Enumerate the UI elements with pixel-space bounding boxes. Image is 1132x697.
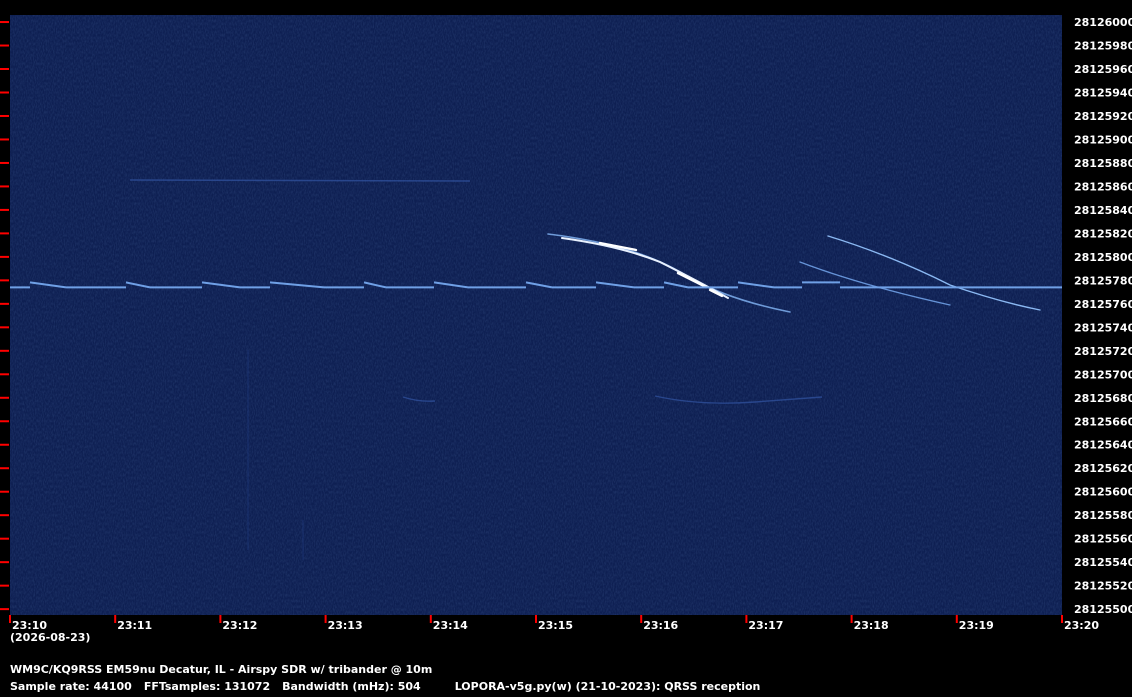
time-tick-label: 23:19: [959, 619, 994, 632]
software-version: LOPORA-v5g.py(w) (21-10-2023): QRSS rece…: [454, 680, 761, 693]
freq-tick-label: 28125780: [1074, 274, 1132, 287]
freq-tick-label: 28125880: [1074, 157, 1132, 170]
freq-tick-label: 28125540: [1074, 556, 1132, 569]
freq-tick-label: 28125740: [1074, 321, 1132, 334]
freq-tick-label: 28125840: [1074, 204, 1132, 217]
time-tick-label: 23:14: [433, 619, 468, 632]
freq-tick-label: 28125960: [1074, 63, 1132, 76]
freq-tick-label: 28125660: [1074, 415, 1132, 428]
time-tick-label: 23:11: [117, 619, 152, 632]
time-tick-label: 23:17: [748, 619, 783, 632]
freq-tick-label: 28125820: [1074, 227, 1132, 240]
sample-rate: Sample rate: 44100: [10, 680, 132, 693]
freq-tick-label: 28125520: [1074, 580, 1132, 593]
freq-tick-label: 28125980: [1074, 40, 1132, 53]
freq-tick-label: 28126000: [1074, 16, 1132, 29]
time-tick-label: 23:13: [328, 619, 363, 632]
freq-tick-label: 28125800: [1074, 251, 1132, 264]
freq-tick-label: 28125600: [1074, 486, 1132, 499]
freq-tick-label: 28125900: [1074, 133, 1132, 146]
parameters-line: Sample rate: 44100 FFTsamples: 131072 Band…: [10, 680, 772, 693]
freq-tick-label: 28125560: [1074, 533, 1132, 546]
spectrogram: 28126000 28125980 28125960 28125940 28125920…: [0, 0, 1132, 697]
freq-tick-label: 28125760: [1074, 298, 1132, 311]
freq-tick-label: 28125620: [1074, 462, 1132, 475]
time-tick-label: 23:12: [222, 619, 257, 632]
freq-tick-label: 28125920: [1074, 110, 1132, 123]
time-tick-label: 23:18: [854, 619, 889, 632]
time-tick-label: 23:20: [1064, 619, 1099, 632]
freq-tick-label: 28125940: [1074, 86, 1132, 99]
station-title: WM9C/KQ9RSS EM59nu Decatur, IL - Airspy …: [10, 663, 433, 676]
freq-tick-label: 28125680: [1074, 392, 1132, 405]
freq-tick-label: 28125860: [1074, 180, 1132, 193]
date-label: (2026-08-23): [10, 631, 90, 644]
bandwidth: Bandwidth (mHz): 504: [282, 680, 421, 693]
freq-tick-label: 28125580: [1074, 509, 1132, 522]
fft-samples: FFTsamples: 131072: [143, 680, 271, 693]
freq-tick-label: 28125500: [1074, 603, 1132, 616]
freq-tick-label: 28125640: [1074, 439, 1132, 452]
time-tick-label: 23:16: [643, 619, 678, 632]
time-tick-label: 23:15: [538, 619, 573, 632]
freq-tick-label: 28125700: [1074, 368, 1132, 381]
freq-tick-label: 28125720: [1074, 345, 1132, 358]
